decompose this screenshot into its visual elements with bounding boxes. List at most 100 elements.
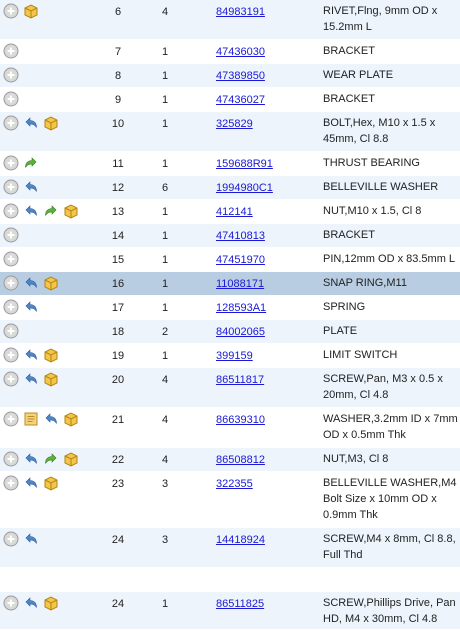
- add-icon[interactable]: [3, 155, 19, 171]
- add-icon[interactable]: [3, 179, 19, 195]
- table-row[interactable]: 9 1 47436027 BRACKET: [0, 88, 460, 112]
- table-row[interactable]: 7 1 47436030 BRACKET: [0, 40, 460, 64]
- green-arrow-icon[interactable]: [43, 203, 59, 219]
- table-row[interactable]: 21 4 86639310 WASHER,3.2mm ID x 7mm OD x 0.…: [0, 408, 460, 448]
- part-number-link[interactable]: 86511817: [216, 374, 264, 386]
- green-arrow-icon[interactable]: [23, 155, 39, 171]
- return-arrow-icon[interactable]: [23, 451, 39, 467]
- part-number-link[interactable]: 128593A1: [216, 302, 266, 314]
- box-icon[interactable]: [43, 115, 59, 131]
- table-row[interactable]: 6 4 84983191 RIVET,Flng, 9mm OD x 15.2mm L: [0, 0, 460, 40]
- add-icon[interactable]: [3, 299, 19, 315]
- seq-number: 17: [111, 302, 125, 314]
- table-row[interactable]: 17 1 128593A1 SPRING: [0, 296, 460, 320]
- table-row[interactable]: 8 1 47389850 WEAR PLATE: [0, 64, 460, 88]
- add-icon[interactable]: [3, 451, 19, 467]
- part-number-link[interactable]: 325829: [216, 118, 253, 130]
- box-icon[interactable]: [43, 371, 59, 387]
- box-icon[interactable]: [63, 203, 79, 219]
- return-arrow-icon[interactable]: [23, 203, 39, 219]
- part-number-link[interactable]: 11088171: [216, 278, 264, 290]
- add-icon[interactable]: [3, 411, 19, 427]
- row-icons: [3, 43, 23, 59]
- table-row[interactable]: 14 1 47410813 BRACKET: [0, 224, 460, 248]
- add-icon[interactable]: [3, 227, 19, 243]
- return-arrow-icon[interactable]: [23, 475, 39, 491]
- add-icon[interactable]: [3, 475, 19, 491]
- part-number-link[interactable]: 14418924: [216, 534, 265, 546]
- part-number-link[interactable]: 86639310: [216, 414, 265, 426]
- return-arrow-icon[interactable]: [23, 347, 39, 363]
- add-icon[interactable]: [3, 203, 19, 219]
- add-icon[interactable]: [3, 91, 19, 107]
- add-icon[interactable]: [3, 43, 19, 59]
- part-number-link[interactable]: 84002065: [216, 326, 265, 338]
- table-row[interactable]: 12 6 1994980C1 BELLEVILLE WASHER: [0, 176, 460, 200]
- box-icon[interactable]: [43, 275, 59, 291]
- box-icon[interactable]: [23, 3, 39, 19]
- return-arrow-icon[interactable]: [23, 179, 39, 195]
- part-number-link[interactable]: 47436027: [216, 94, 265, 106]
- table-row[interactable]: [0, 568, 460, 592]
- note-icon[interactable]: [23, 411, 39, 427]
- part-description: BOLT,Hex, M10 x 1.5 x 45mm, Cl 8.8: [323, 117, 436, 145]
- add-icon[interactable]: [3, 531, 19, 547]
- part-number-link[interactable]: 47451970: [216, 254, 265, 266]
- table-row[interactable]: 15 1 47451970 PIN,12mm OD x 83.5mm L: [0, 248, 460, 272]
- return-arrow-icon[interactable]: [43, 411, 59, 427]
- box-icon[interactable]: [63, 411, 79, 427]
- add-icon[interactable]: [3, 595, 19, 611]
- green-arrow-icon[interactable]: [43, 451, 59, 467]
- box-icon[interactable]: [43, 347, 59, 363]
- return-arrow-icon[interactable]: [23, 595, 39, 611]
- row-icons: [3, 227, 23, 243]
- seq-number: 23: [111, 478, 125, 490]
- part-description: SCREW,Phillips Drive, Pan HD, M4 x 30mm,…: [323, 597, 456, 625]
- table-row[interactable]: 20 4 86511817 SCREW,Pan, M3 x 0.5 x 20mm, C…: [0, 368, 460, 408]
- return-arrow-icon[interactable]: [23, 115, 39, 131]
- table-row[interactable]: 11 1 159688R91 THRUST BEARING: [0, 152, 460, 176]
- seq-number: 8: [114, 70, 122, 82]
- return-arrow-icon[interactable]: [23, 275, 39, 291]
- return-arrow-icon[interactable]: [23, 299, 39, 315]
- part-number-link[interactable]: 47410813: [216, 230, 265, 242]
- seq-number: 24: [111, 534, 125, 546]
- quantity: 1: [161, 206, 169, 218]
- quantity: 4: [161, 6, 169, 18]
- table-row[interactable]: 22 4 86508812 NUT,M3, Cl 8: [0, 448, 460, 472]
- box-icon[interactable]: [43, 475, 59, 491]
- add-icon[interactable]: [3, 115, 19, 131]
- part-number-link[interactable]: 86511825: [216, 598, 264, 610]
- table-row[interactable]: 24 1 86511825 SCREW,Phillips Drive, Pan HD,…: [0, 592, 460, 630]
- table-row[interactable]: 24 3 14418924 SCREW,M4 x 8mm, Cl 8.8, Full …: [0, 528, 460, 568]
- part-number-link[interactable]: 86508812: [216, 454, 265, 466]
- table-row[interactable]: 18 2 84002065 PLATE: [0, 320, 460, 344]
- part-number-link[interactable]: 47436030: [216, 46, 265, 58]
- add-icon[interactable]: [3, 251, 19, 267]
- return-arrow-icon[interactable]: [23, 371, 39, 387]
- box-icon[interactable]: [63, 451, 79, 467]
- part-number-link[interactable]: 159688R91: [216, 158, 273, 170]
- part-number-link[interactable]: 84983191: [216, 6, 265, 18]
- table-row[interactable]: 23 3 322355 BELLEVILLE WASHER,M4 Bolt Size …: [0, 472, 460, 528]
- row-icons: [3, 595, 63, 611]
- part-number-link[interactable]: 322355: [216, 478, 253, 490]
- return-arrow-icon[interactable]: [23, 531, 39, 547]
- add-icon[interactable]: [3, 347, 19, 363]
- part-number-link[interactable]: 47389850: [216, 70, 265, 82]
- part-number-link[interactable]: 1994980C1: [216, 182, 273, 194]
- table-row[interactable]: 16 1 11088171 SNAP RING,M11: [0, 272, 460, 296]
- table-row[interactable]: 10 1 325829 BOLT,Hex, M10 x 1.5 x 45mm, Cl …: [0, 112, 460, 152]
- table-row[interactable]: 19 1 399159 LIMIT SWITCH: [0, 344, 460, 368]
- add-icon[interactable]: [3, 67, 19, 83]
- add-icon[interactable]: [3, 3, 19, 19]
- part-number-link[interactable]: 412141: [216, 206, 253, 218]
- add-icon[interactable]: [3, 371, 19, 387]
- part-number-link[interactable]: 399159: [216, 350, 253, 362]
- row-icons: [3, 67, 23, 83]
- quantity: 1: [161, 118, 169, 130]
- add-icon[interactable]: [3, 275, 19, 291]
- table-row[interactable]: 13 1 412141 NUT,M10 x 1.5, Cl 8: [0, 200, 460, 224]
- add-icon[interactable]: [3, 323, 19, 339]
- box-icon[interactable]: [43, 595, 59, 611]
